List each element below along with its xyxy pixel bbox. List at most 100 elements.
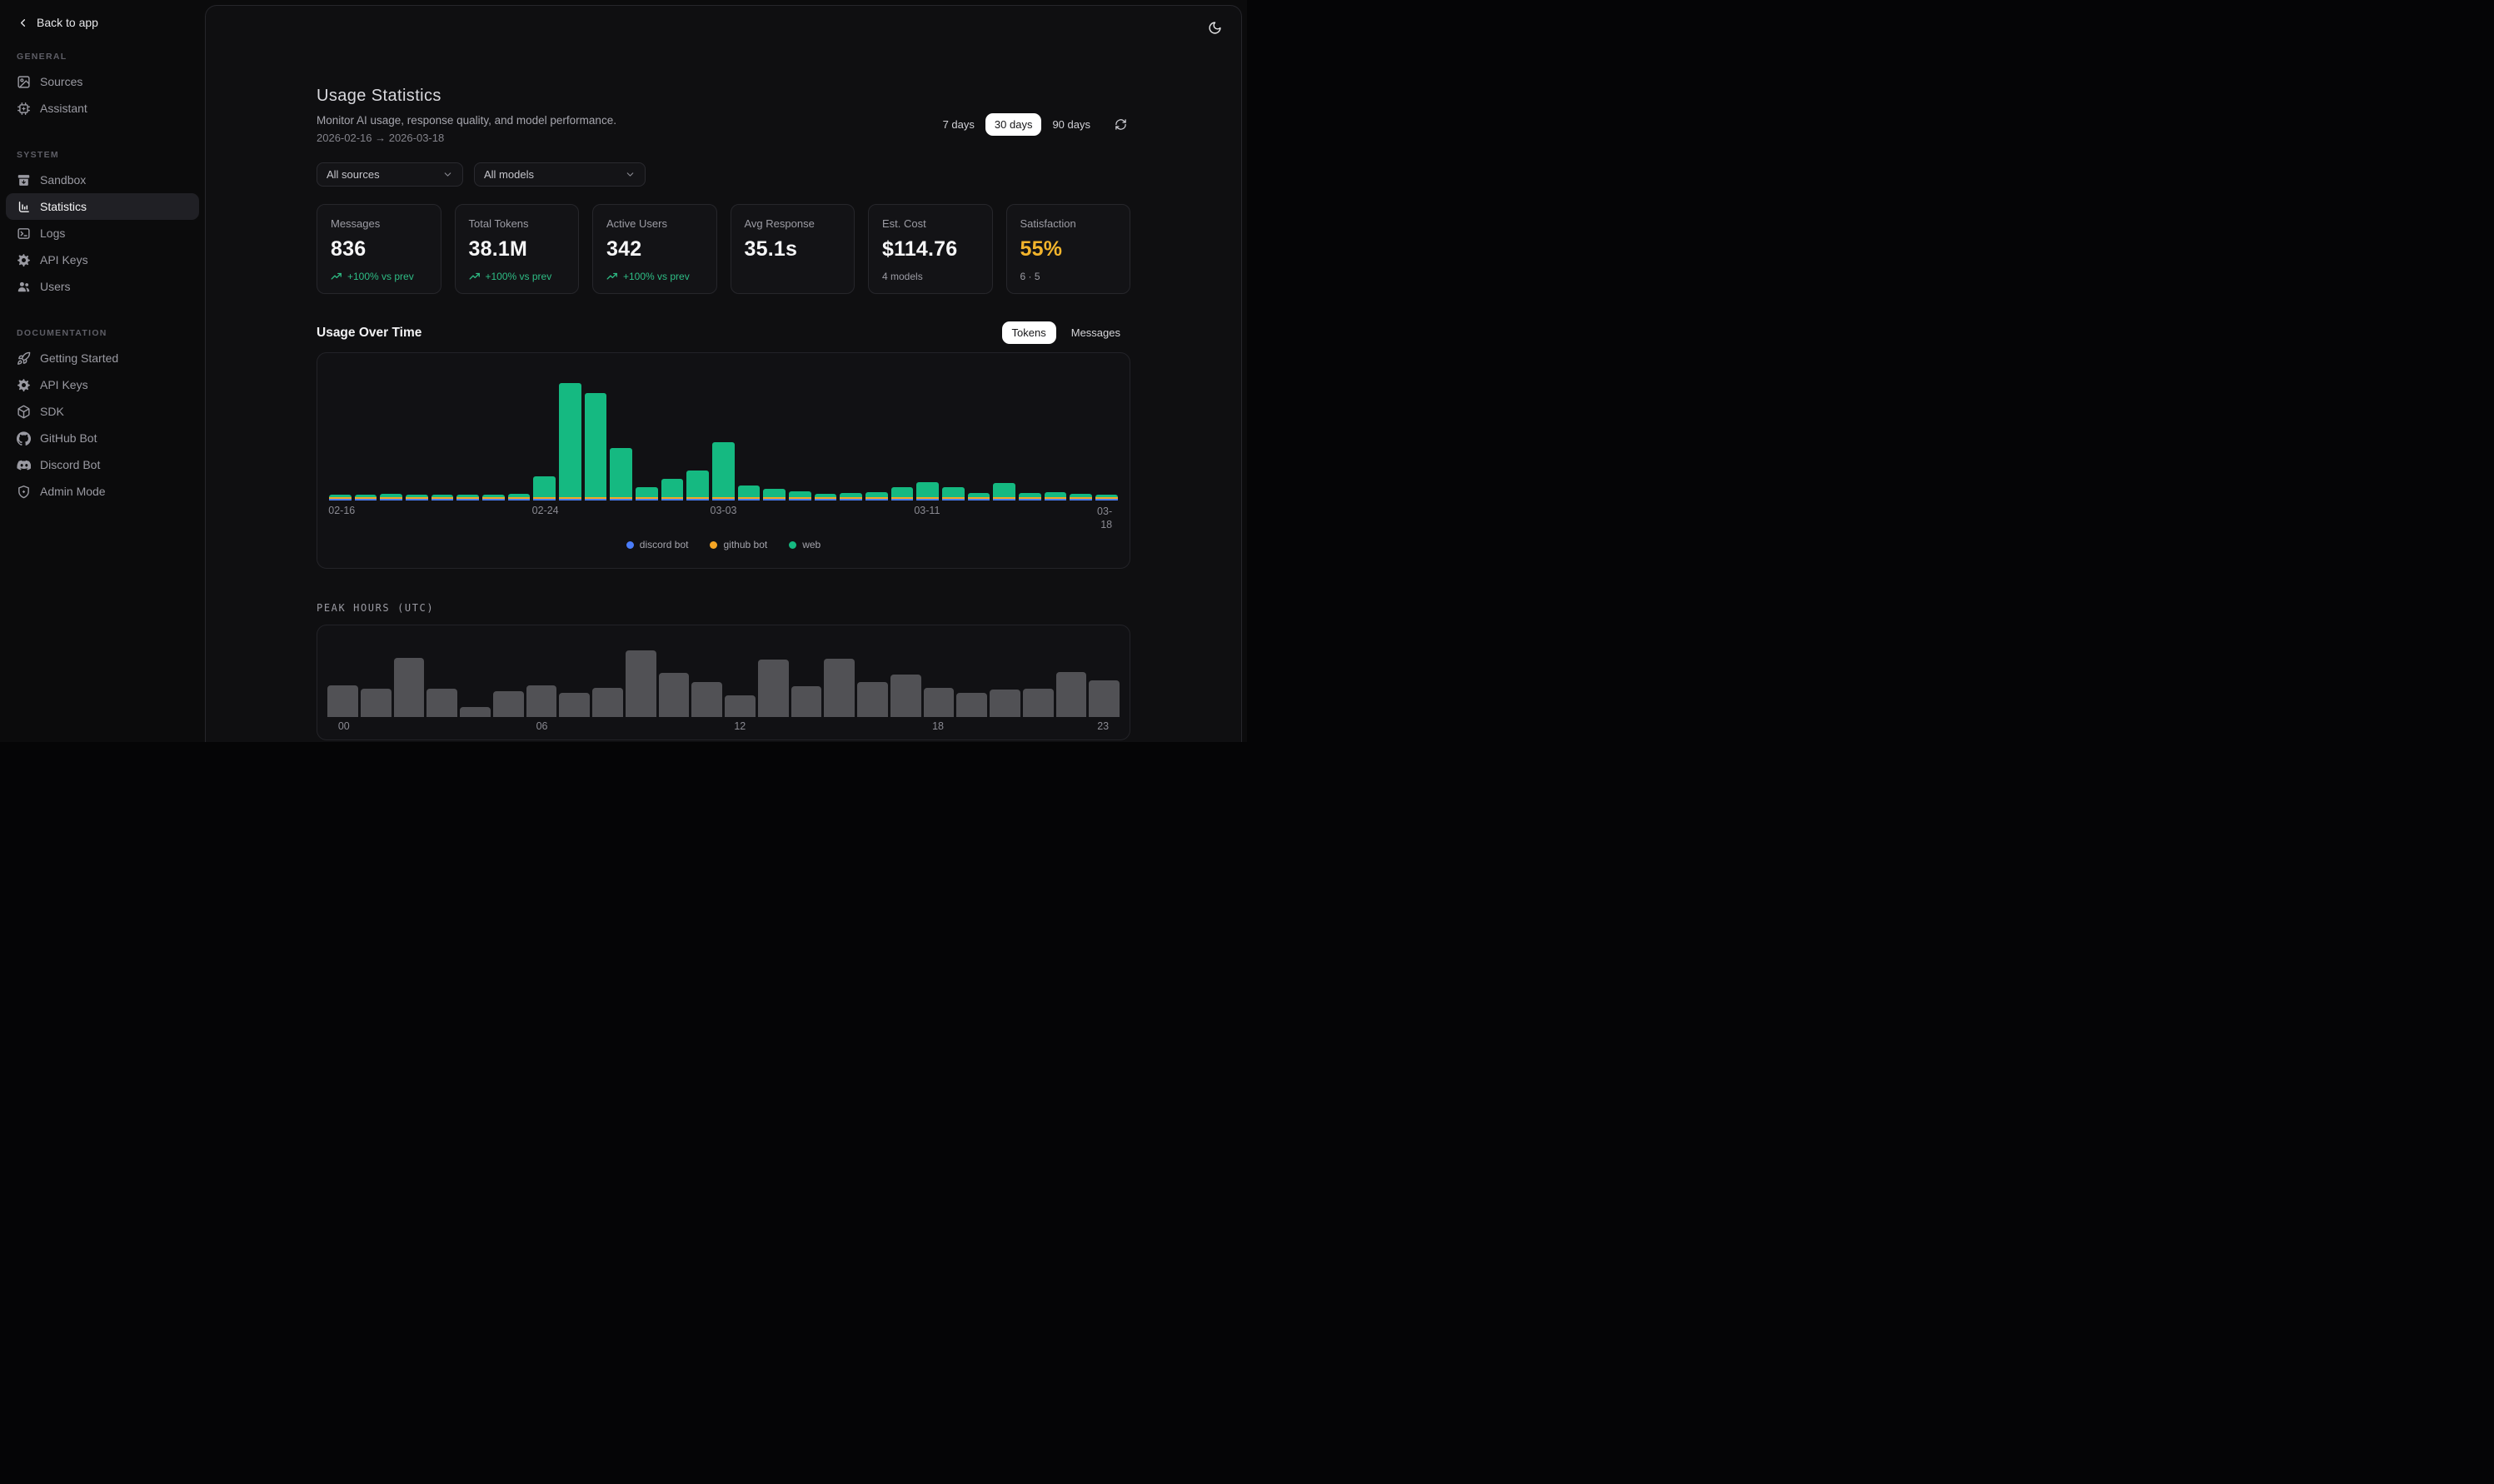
peak-bar[interactable] [857,682,888,717]
usage-bar[interactable] [686,471,709,500]
usage-bar[interactable] [891,487,914,500]
peak-bar[interactable] [361,689,392,717]
usage-bar[interactable] [738,486,761,500]
peak-bar[interactable] [460,707,491,717]
usage-bar[interactable] [431,495,454,500]
usage-bar[interactable] [329,495,352,500]
usage-bar[interactable] [355,495,377,500]
stats-grid: Messages836+100% vs prevTotal Tokens38.1… [317,204,1130,294]
sidebar-item-label: API Keys [40,253,88,266]
peak-bar[interactable] [824,659,855,717]
sidebar-item-discord-bot[interactable]: Discord Bot [6,451,199,478]
sidebar-item-assistant[interactable]: Assistant [6,95,199,122]
sources-select[interactable]: All sources [317,162,463,187]
peak-bar[interactable] [1089,680,1120,717]
usage-bar[interactable] [533,476,556,500]
trend-up-icon [606,271,618,282]
sidebar-item-api-keys[interactable]: API Keys [6,371,199,398]
usage-bar[interactable] [789,491,811,500]
peak-bar[interactable] [394,658,425,717]
usage-bar[interactable] [1070,494,1092,500]
back-to-app-label: Back to app [37,16,98,29]
usage-bar[interactable] [993,483,1015,500]
x-tick-label: 12 [734,720,746,732]
peak-bar[interactable] [758,660,789,717]
peak-bar[interactable] [890,675,921,717]
stat-value: 55% [1020,237,1117,261]
usage-bar[interactable] [661,479,684,500]
range-controls: 7 days30 days90 days [934,104,1130,144]
peak-bar[interactable] [691,682,722,717]
peak-bar[interactable] [426,689,457,717]
theme-toggle-button[interactable] [1201,14,1228,41]
sidebar-item-sandbox[interactable]: Sandbox [6,167,199,193]
peak-bar[interactable] [493,691,524,717]
x-tick-label: 06 [536,720,548,732]
sidebar-item-github-bot[interactable]: GitHub Bot [6,425,199,451]
terminal-icon [17,227,31,241]
legend-dot [710,541,717,549]
range-90-days-button[interactable]: 90 days [1043,113,1100,136]
x-tick-label: 03-11 [914,505,940,516]
image-icon [17,75,31,89]
stat-delta-label: +100% vs prev [486,271,552,282]
peak-bar[interactable] [791,686,822,717]
usage-bar[interactable] [482,495,505,500]
peak-bar[interactable] [327,685,358,717]
range-7-days-button[interactable]: 7 days [934,113,984,136]
usage-bar[interactable] [1095,495,1118,500]
usage-bar[interactable] [380,494,402,500]
peak-bar[interactable] [990,690,1020,717]
models-select[interactable]: All models [474,162,646,187]
back-to-app-button[interactable]: Back to app [6,8,199,37]
usage-bar[interactable] [456,495,479,500]
usage-bar[interactable] [865,492,888,500]
peak-bar[interactable] [559,693,590,717]
usage-bar[interactable] [712,442,735,500]
chart-legend: discord botgithub botweb [329,539,1118,550]
sidebar: Back to app GENERALSourcesAssistantSYSTE… [0,0,205,742]
sidebar-item-label: Sources [40,75,82,88]
sidebar-item-sources[interactable]: Sources [6,68,199,95]
peak-bar[interactable] [1056,672,1087,717]
usage-bar[interactable] [916,482,939,500]
main-content: Usage Statistics Monitor AI usage, respo… [206,87,1241,740]
usage-bar[interactable] [763,489,786,500]
usage-bar[interactable] [1019,493,1041,500]
usage-bar[interactable] [636,487,658,500]
usage-bar[interactable] [508,494,531,500]
peak-bar[interactable] [924,688,955,717]
sidebar-item-sdk[interactable]: SDK [6,398,199,425]
sidebar-item-users[interactable]: Users [6,273,199,300]
refresh-button[interactable] [1111,115,1130,134]
usage-bar[interactable] [406,495,428,500]
range-30-days-button[interactable]: 30 days [985,113,1042,136]
sidebar-item-admin-mode[interactable]: Admin Mode [6,478,199,505]
sidebar-item-getting-started[interactable]: Getting Started [6,345,199,371]
peak-bar[interactable] [626,650,656,717]
sidebar-item-statistics[interactable]: Statistics [6,193,199,220]
peak-bar[interactable] [659,673,690,717]
peak-bar[interactable] [526,685,557,717]
usage-bar[interactable] [942,487,965,500]
x-tick-label: 18 [932,720,944,732]
sidebar-item-logs[interactable]: Logs [6,220,199,247]
usage-bar[interactable] [1045,492,1067,500]
usage-bar[interactable] [610,448,632,500]
peak-bar[interactable] [725,695,756,717]
usage-bar[interactable] [585,393,607,500]
peak-bar[interactable] [956,693,987,717]
toggle-tokens-button[interactable]: Tokens [1002,321,1056,344]
stat-sub: 4 models [882,271,979,282]
peak-bar[interactable] [592,688,623,717]
sidebar-item-api-keys[interactable]: API Keys [6,247,199,273]
usage-bar[interactable] [968,493,990,500]
usage-bar[interactable] [840,493,862,500]
peak-bar[interactable] [1023,689,1054,717]
rocket-icon [17,351,31,366]
legend-label: github bot [723,539,767,550]
toggle-messages-button[interactable]: Messages [1061,321,1130,344]
usage-bar[interactable] [815,494,837,500]
stat-value: $114.76 [882,237,979,261]
usage-bar[interactable] [559,383,581,500]
